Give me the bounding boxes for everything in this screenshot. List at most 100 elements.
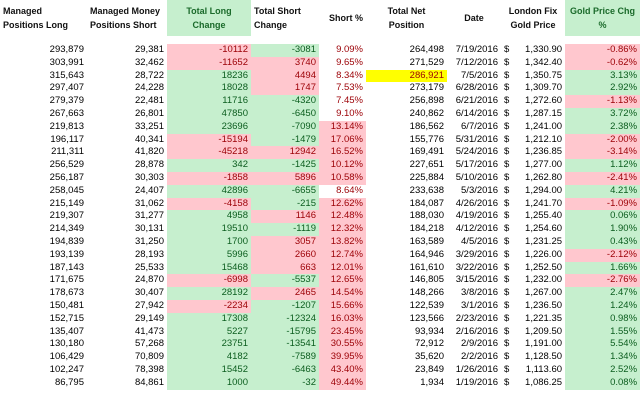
cell-total-net: 233,638: [409, 184, 444, 196]
table-row: 315,643 28,722 18236 4494 8.34% 286,921 7/5/20…: [0, 69, 640, 83]
cell-gold-price: 1,262.80: [525, 171, 563, 183]
cell-total-long-change: 47850: [167, 107, 251, 121]
cell-dollar-sign: $: [504, 287, 510, 299]
cell-total-long-change: -2234: [167, 299, 251, 313]
cell-date: 4/5/2016: [461, 235, 498, 247]
cell-total-net: 35,620: [414, 351, 444, 363]
cell-long: 135,407: [49, 325, 84, 337]
cell-total-short-change: -15795: [251, 325, 319, 339]
cell-long: 193,139: [49, 248, 84, 260]
cell-gold-chg: 2.47%: [565, 287, 640, 300]
cell-short: 25,533: [134, 261, 164, 273]
cell-short-pct: 12.62%: [319, 197, 366, 211]
cell-short-pct: 23.45%: [319, 325, 366, 339]
cell-dollar-sign: $: [504, 235, 510, 247]
header-short-pct: Short %: [319, 0, 366, 36]
cell-gold-price: 1,241.00: [525, 120, 563, 132]
cell-long: 86,795: [54, 376, 84, 388]
cell-gold-price: 1,342.40: [525, 56, 563, 68]
cell-total-long-change: -11652: [167, 56, 251, 70]
cell-date: 2/23/2016: [455, 312, 498, 324]
cell-short-pct: 9.65%: [336, 56, 363, 68]
cell-short-pct: 9.10%: [336, 107, 363, 119]
cell-total-long-change: 5227: [167, 325, 251, 339]
cell-gold-chg: 3.13%: [565, 69, 640, 83]
cell-gold-chg: 2.92%: [565, 82, 640, 96]
cell-long: 219,813: [49, 120, 84, 132]
cell-total-net: 188,030: [409, 210, 444, 222]
cell-gold-price: 1,221.35: [525, 312, 563, 324]
cell-gold-chg: -0.86%: [565, 44, 640, 57]
cell-date: 2/9/2016: [461, 338, 498, 350]
cell-dollar-sign: $: [504, 95, 510, 107]
cell-total-net: 164,946: [409, 248, 444, 260]
cell-dollar-sign: $: [504, 184, 510, 196]
cell-date: 1/26/2016: [455, 363, 498, 375]
cell-total-net: 256,898: [409, 95, 444, 107]
cell-dollar-sign: $: [504, 69, 510, 81]
cell-gold-chg: -2.00%: [565, 133, 640, 147]
cell-gold-chg: 1.90%: [565, 223, 640, 236]
cell-gold-price: 1,191.00: [525, 338, 563, 350]
cell-short: 28,878: [134, 159, 164, 171]
cell-date: 4/19/2016: [455, 210, 498, 222]
cell-dollar-sign: $: [504, 133, 510, 145]
table-row: 215,149 31,062 -4158 -215 12.62% 184,087 4/26/…: [0, 197, 640, 211]
cell-gold-price: 1,231.25: [525, 235, 563, 247]
cell-short-pct: 12.74%: [319, 248, 366, 262]
cell-total-net: 264,498: [409, 44, 444, 55]
cell-dollar-sign: $: [504, 171, 510, 183]
cell-total-short-change: -6463: [251, 363, 319, 377]
cell-total-short-change: -13541: [251, 338, 319, 352]
cell-date: 5/3/2016: [461, 184, 498, 196]
cell-total-net: 146,805: [409, 274, 444, 286]
table-row: 86,795 84,861 1000 -32 49.44% 1,934 1/19/2016 $…: [0, 376, 640, 390]
cell-date: 3/15/2016: [455, 274, 498, 286]
cell-total-net: 271,529: [409, 56, 444, 68]
cell-date: 4/12/2016: [455, 223, 498, 235]
cell-total-long-change: 15468: [167, 261, 251, 275]
cell-total-short-change: -1119: [251, 223, 319, 236]
cell-total-net: 1,934: [420, 376, 444, 388]
cell-short-pct: 9.09%: [336, 44, 363, 55]
cell-short: 31,250: [134, 235, 164, 247]
cell-date: 7/19/2016: [455, 44, 498, 55]
cell-total-net: 148,266: [409, 287, 444, 299]
cell-dollar-sign: $: [504, 261, 510, 273]
cell-long: 297,407: [49, 82, 84, 94]
cell-long: 214,349: [49, 223, 84, 235]
cell-long: 178,673: [49, 287, 84, 299]
cell-total-short-change: 1747: [251, 82, 319, 96]
cell-date: 2/16/2016: [455, 325, 498, 337]
cell-gold-chg: 1.12%: [565, 159, 640, 172]
cell-date: 6/21/2016: [455, 95, 498, 107]
cell-short: 24,228: [134, 82, 164, 94]
cell-gold-chg: -2.76%: [565, 274, 640, 288]
table-row: 135,407 41,473 5227 -15795 23.45% 93,934 2/16/…: [0, 325, 640, 339]
cell-long: 256,529: [49, 159, 84, 171]
cell-total-net: 184,218: [409, 223, 444, 235]
cell-long: 279,379: [49, 95, 84, 107]
cell-total-net: 225,884: [409, 171, 444, 183]
cell-long: 215,149: [49, 197, 84, 209]
cell-long: 219,307: [49, 210, 84, 222]
cell-gold-price: 1,277.00: [525, 159, 563, 171]
cell-short: 28,722: [134, 69, 164, 81]
cell-total-net: 155,776: [409, 133, 444, 145]
cell-dollar-sign: $: [504, 338, 510, 350]
cell-short: 41,473: [134, 325, 164, 337]
table-row: 258,045 24,407 42896 -6655 8.64% 233,638 5/3/2…: [0, 184, 640, 198]
cell-dollar-sign: $: [504, 44, 510, 55]
cell-short-pct: 10.12%: [319, 159, 366, 172]
cell-date: 6/7/2016: [461, 120, 498, 132]
cell-short: 31,062: [134, 197, 164, 209]
cot-gold-table: Managed Positions Long Managed Money Pos…: [0, 0, 640, 390]
cell-total-short-change: -6450: [251, 107, 319, 121]
cell-gold-chg: 0.43%: [565, 235, 640, 249]
header-row: Managed Positions Long Managed Money Pos…: [0, 0, 640, 36]
cell-gold-price: 1,128.50: [525, 351, 563, 363]
cell-gold-chg: -1.09%: [565, 197, 640, 211]
table-row: 293,879 29,381 -10112 -3081 9.09% 264,498 7/19…: [0, 44, 640, 57]
cell-date: 1/19/2016: [455, 376, 498, 388]
cell-short-pct: 16.03%: [319, 312, 366, 326]
